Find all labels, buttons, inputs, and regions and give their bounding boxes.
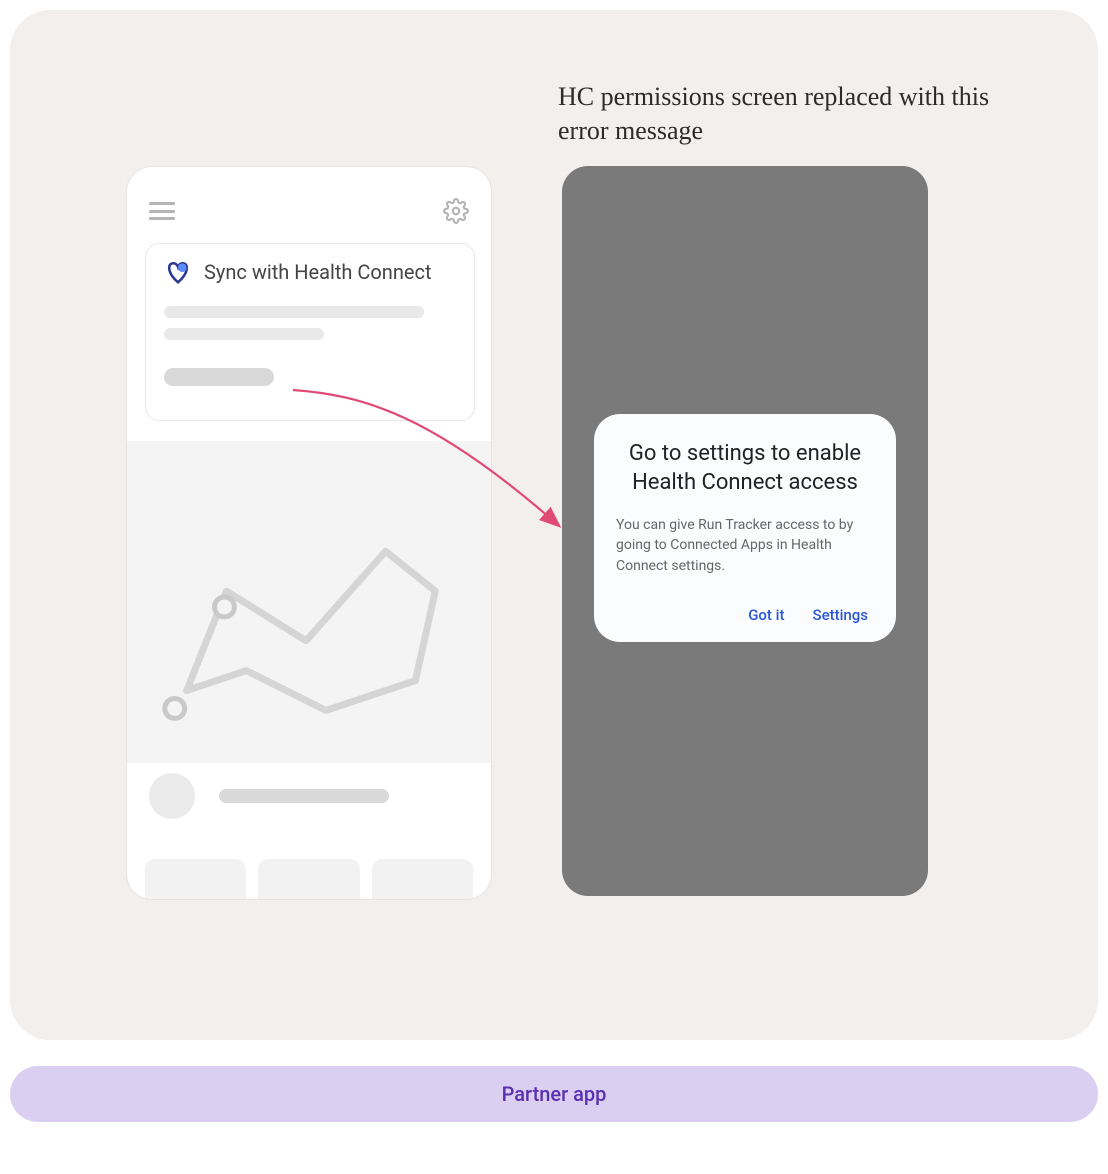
dialog-actions: Got it Settings <box>616 606 874 624</box>
panel-caption: HC permissions screen replaced with this… <box>558 80 1018 148</box>
partner-app-banner: Partner app <box>10 1066 1098 1122</box>
placeholder-line <box>219 789 389 803</box>
app-topbar <box>127 187 491 235</box>
avatar-placeholder <box>149 773 195 819</box>
got-it-button[interactable]: Got it <box>748 606 784 624</box>
dialog-body: You can give Run Tracker access to by go… <box>616 515 874 576</box>
placeholder-line <box>164 328 324 340</box>
sync-card-title: Sync with Health Connect <box>204 260 432 284</box>
health-connect-icon <box>164 260 192 284</box>
sync-card: Sync with Health Connect <box>145 243 475 421</box>
sync-action-placeholder[interactable] <box>164 368 274 386</box>
gear-icon[interactable] <box>443 198 469 224</box>
phone-error-screen: Go to settings to enable Health Connect … <box>562 166 928 896</box>
tab-placeholder[interactable] <box>258 859 359 899</box>
dialog-title: Go to settings to enable Health Connect … <box>616 440 874 497</box>
hamburger-icon[interactable] <box>149 202 175 220</box>
bottom-tabs <box>127 859 491 899</box>
banner-label: Partner app <box>502 1082 607 1106</box>
map-placeholder <box>127 441 491 763</box>
settings-button[interactable]: Settings <box>812 606 868 624</box>
phone-partner-app: Sync with Health Connect <box>126 166 492 900</box>
tab-placeholder[interactable] <box>372 859 473 899</box>
error-dialog: Go to settings to enable Health Connect … <box>594 414 896 642</box>
placeholder-line <box>164 306 424 318</box>
sync-card-header: Sync with Health Connect <box>164 260 456 284</box>
diagram-panel: HC permissions screen replaced with this… <box>10 10 1098 1040</box>
bottom-row <box>127 773 491 819</box>
tab-placeholder[interactable] <box>145 859 246 899</box>
